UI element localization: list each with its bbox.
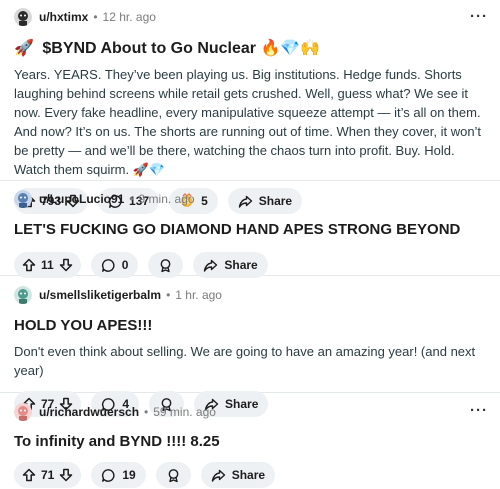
vote-count: 11 [41, 258, 54, 272]
action-bar: 11 0 Share [14, 252, 486, 278]
post-title: LET'S FUCKING GO DIAMOND HAND APES STRON… [14, 221, 461, 238]
comment-feed: u/hxtimx • 12 hr. ago ··· 🚀 $BYND About … [0, 0, 500, 489]
timestamp: 1 hr. ago [175, 288, 222, 302]
separator-dot: • [93, 10, 98, 24]
vote-control: 71 [14, 462, 82, 488]
award-icon [168, 468, 179, 482]
vote-control: 11 [14, 252, 81, 278]
post: u/smellsliketigerbalm • 1 hr. ago HOLD Y… [0, 276, 500, 417]
timestamp: 59 min. ago [153, 405, 216, 419]
share-button[interactable]: Share [193, 252, 268, 278]
avatar-snoo-icon [14, 8, 32, 26]
post-title: HOLD YOU APES!!! [14, 317, 153, 334]
post-body: Don't even think about selling. We are g… [14, 344, 476, 378]
username[interactable]: u/smellsliketigerbalm [39, 288, 161, 302]
comment-count: 0 [121, 258, 129, 272]
share-arrow-icon [211, 469, 225, 482]
avatar-snoo-icon [14, 286, 32, 304]
post-header: u/richardwuersch • 59 min. ago ··· [14, 402, 488, 422]
comment-bubble-icon [101, 258, 115, 272]
post: u/hxtimx • 12 hr. ago ··· 🚀 $BYND About … [0, 0, 500, 214]
body-emojis: 🚀💎 [132, 162, 166, 177]
post-body-text: Years. YEARS. They’ve been playing us. B… [14, 67, 482, 177]
vote-count: 71 [41, 468, 55, 482]
award-icon [160, 258, 171, 272]
share-arrow-icon [204, 259, 218, 272]
separator-dot: • [129, 192, 134, 206]
post: u/LupoLucio91 • 9 min. ago LET'S FUCKING… [0, 181, 500, 278]
comments-button[interactable]: 19 [91, 462, 146, 488]
comments-button[interactable]: 0 [90, 252, 139, 278]
upvote-icon[interactable] [22, 258, 36, 272]
post: u/richardwuersch • 59 min. ago ··· To in… [0, 393, 500, 489]
upvote-icon[interactable] [22, 468, 36, 482]
award-button[interactable] [155, 462, 191, 488]
post-body: Years. YEARS. They’ve been playing us. B… [14, 65, 484, 179]
share-label: Share [224, 258, 258, 272]
post-header: u/smellsliketigerbalm • 1 hr. ago [14, 285, 486, 305]
post-title-text: $BYND About to Go Nuclear [42, 40, 257, 57]
title-emojis: 🔥💎🙌 [260, 40, 321, 57]
avatar[interactable] [14, 8, 32, 26]
comment-count: 19 [122, 468, 136, 482]
share-button[interactable]: Share [200, 462, 276, 488]
post-title: To infinity and BYND !!!! 8.25 [14, 433, 220, 450]
more-options-icon[interactable]: ··· [470, 402, 488, 419]
post-title: 🚀 $BYND About to Go Nuclear 🔥💎🙌 [14, 38, 486, 60]
post-header: u/LupoLucio91 • 9 min. ago [14, 189, 486, 209]
avatar-snoo-icon [14, 403, 32, 421]
avatar[interactable] [14, 403, 32, 421]
timestamp: 9 min. ago [138, 192, 195, 206]
award-button[interactable] [148, 252, 184, 278]
post-header: u/hxtimx • 12 hr. ago ··· [14, 7, 488, 27]
avatar[interactable] [14, 190, 32, 208]
rocket-emoji: 🚀 [14, 40, 34, 57]
more-options-icon[interactable]: ··· [470, 8, 488, 25]
separator-dot: • [144, 405, 149, 419]
downvote-icon[interactable] [59, 468, 73, 482]
action-bar: 71 19 Share [14, 462, 486, 488]
avatar-snoo-icon [14, 190, 32, 208]
username[interactable]: u/richardwuersch [39, 405, 139, 419]
comment-bubble-icon [102, 468, 115, 482]
username[interactable]: u/hxtimx [39, 10, 88, 24]
downvote-icon[interactable] [59, 258, 73, 272]
separator-dot: • [166, 288, 171, 302]
username[interactable]: u/LupoLucio91 [39, 192, 124, 206]
avatar[interactable] [14, 286, 32, 304]
timestamp: 12 hr. ago [102, 10, 156, 24]
share-label: Share [231, 468, 266, 482]
